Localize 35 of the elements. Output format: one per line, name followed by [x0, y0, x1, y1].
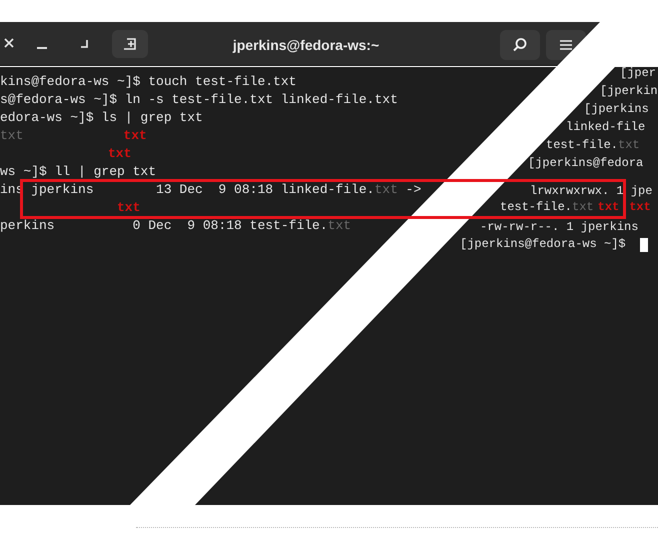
- terminal-text: [jperkins: [584, 102, 649, 117]
- terminal-text: txt: [328, 217, 352, 235]
- terminal-text: kins@fedora-ws ~]$ touch test-file.txt: [0, 73, 296, 91]
- search-button[interactable]: [500, 30, 540, 60]
- terminal-text: txt: [572, 200, 594, 215]
- terminal-text: [jperkin: [600, 84, 658, 99]
- match-text: txt: [598, 200, 620, 215]
- terminal-text: [jperkins@fedora: [528, 156, 644, 171]
- terminal-text: test-file.: [546, 138, 618, 153]
- new-tab-button[interactable]: [112, 30, 148, 58]
- terminal-text: txt: [618, 138, 640, 153]
- terminal-text: ws ~]$ ll | grep txt: [0, 163, 156, 181]
- close-button[interactable]: [2, 36, 16, 50]
- window-title: jperkins@fedora-ws:~: [232, 37, 380, 53]
- terminal-text: txt: [374, 181, 398, 199]
- terminal-text: [jperkins@fedora-ws ~]$: [460, 237, 626, 252]
- terminal-text: lrwxrwxrwx. 1 jpe: [530, 184, 652, 199]
- minimize-icon: [36, 46, 48, 50]
- terminal-text: [jper: [620, 66, 656, 81]
- terminal-text: ->: [404, 181, 422, 199]
- menu-icon: [559, 39, 573, 51]
- terminal-text: -rw-rw-r--. 1 jperkins: [480, 220, 638, 235]
- terminal-text: s@fedora-ws ~]$ ln -s test-file.txt linked-file.txt: [0, 91, 398, 109]
- terminal-text: linked-file: [566, 120, 646, 135]
- match-text: txt: [108, 145, 132, 163]
- terminal-text: edora-ws ~]$ ls | grep txt: [0, 109, 203, 127]
- search-icon: [512, 37, 528, 53]
- terminal-text: txt: [0, 127, 24, 145]
- terminal-text: perkins 0 Dec 9 08:18 test-file.: [0, 217, 328, 235]
- close-icon: [4, 38, 14, 48]
- terminal-text: test-file.: [500, 200, 572, 215]
- match-text: txt: [117, 199, 140, 217]
- new-tab-icon: [122, 37, 138, 51]
- match-text: txt: [629, 200, 651, 215]
- match-text: txt: [123, 127, 147, 145]
